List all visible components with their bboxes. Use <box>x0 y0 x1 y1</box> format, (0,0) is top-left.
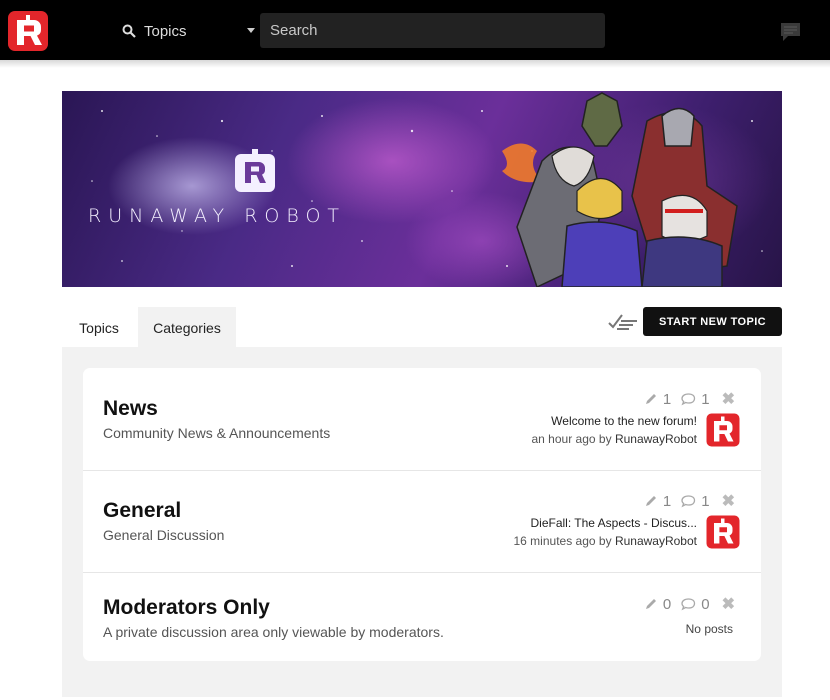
chevron-down-icon[interactable] <box>247 28 255 33</box>
categories-panel: News Community News & Announcements 1 1 … <box>62 347 782 697</box>
topic-count: 1 <box>644 391 671 408</box>
close-icon[interactable]: ✖ <box>722 491 735 511</box>
category-title-news[interactable]: News <box>103 397 158 421</box>
categories-list: News Community News & Announcements 1 1 … <box>83 368 761 661</box>
last-post-meta: 16 minutes ago by RunawayRobot <box>513 534 698 548</box>
search-input[interactable] <box>260 13 605 48</box>
site-banner: RUNAWAY ROBOT <box>62 91 782 287</box>
comment-icon <box>681 393 696 406</box>
close-icon[interactable]: ✖ <box>722 389 735 409</box>
category-row-moderators: Moderators Only A private discussion are… <box>83 572 761 674</box>
no-posts-label: No posts <box>685 622 733 636</box>
avatar[interactable] <box>706 413 740 447</box>
site-logo-icon[interactable] <box>7 10 49 52</box>
avatar[interactable] <box>706 515 740 549</box>
last-post-title[interactable]: Welcome to the new forum! <box>551 414 697 428</box>
category-stats: 1 1 ✖ <box>634 389 735 409</box>
category-title-general[interactable]: General <box>103 499 181 523</box>
last-post-meta: an hour ago by RunawayRobot <box>531 432 698 446</box>
topic-count: 1 <box>644 493 671 510</box>
topic-count: 0 <box>644 596 671 613</box>
category-row-news: News Community News & Announcements 1 1 … <box>83 368 761 471</box>
pencil-icon <box>645 496 656 506</box>
tab-topics[interactable]: Topics <box>62 307 136 347</box>
category-stats: 0 0 ✖ <box>634 594 735 614</box>
banner-title: RUNAWAY ROBOT <box>88 205 347 227</box>
close-icon[interactable]: ✖ <box>722 594 735 614</box>
start-new-topic-button[interactable]: START NEW TOPIC <box>643 307 782 336</box>
pencil-icon <box>645 599 656 609</box>
topics-menu-label: Topics <box>144 22 187 40</box>
tab-categories[interactable]: Categories <box>138 307 236 347</box>
last-post-title[interactable]: DieFall: The Aspects - Discus... <box>531 516 698 530</box>
last-post-author[interactable]: RunawayRobot <box>615 432 697 446</box>
category-stats: 1 1 ✖ <box>634 491 735 511</box>
category-description: Community News & Announcements <box>103 425 331 441</box>
top-navbar: Topics <box>0 0 830 60</box>
header-shadow <box>0 60 830 68</box>
sort-filter-icon[interactable] <box>607 313 639 333</box>
topics-menu-button[interactable]: Topics <box>122 20 187 42</box>
category-row-general: General General Discussion 1 1 ✖ DieFall… <box>83 470 761 573</box>
banner-characters-illustration <box>502 92 738 287</box>
post-count: 1 <box>681 493 710 510</box>
chat-icon[interactable] <box>780 22 801 42</box>
category-title-moderators[interactable]: Moderators Only <box>103 596 270 620</box>
last-post-author[interactable]: RunawayRobot <box>615 534 697 548</box>
banner-robot-logo-icon <box>235 149 275 192</box>
post-count: 0 <box>681 596 710 613</box>
comment-icon <box>681 495 696 508</box>
category-description: A private discussion area only viewable … <box>103 624 444 640</box>
pencil-icon <box>645 394 656 404</box>
post-count: 1 <box>681 391 710 408</box>
comment-icon <box>681 598 696 611</box>
category-description: General Discussion <box>103 527 225 543</box>
search-icon <box>122 24 136 38</box>
